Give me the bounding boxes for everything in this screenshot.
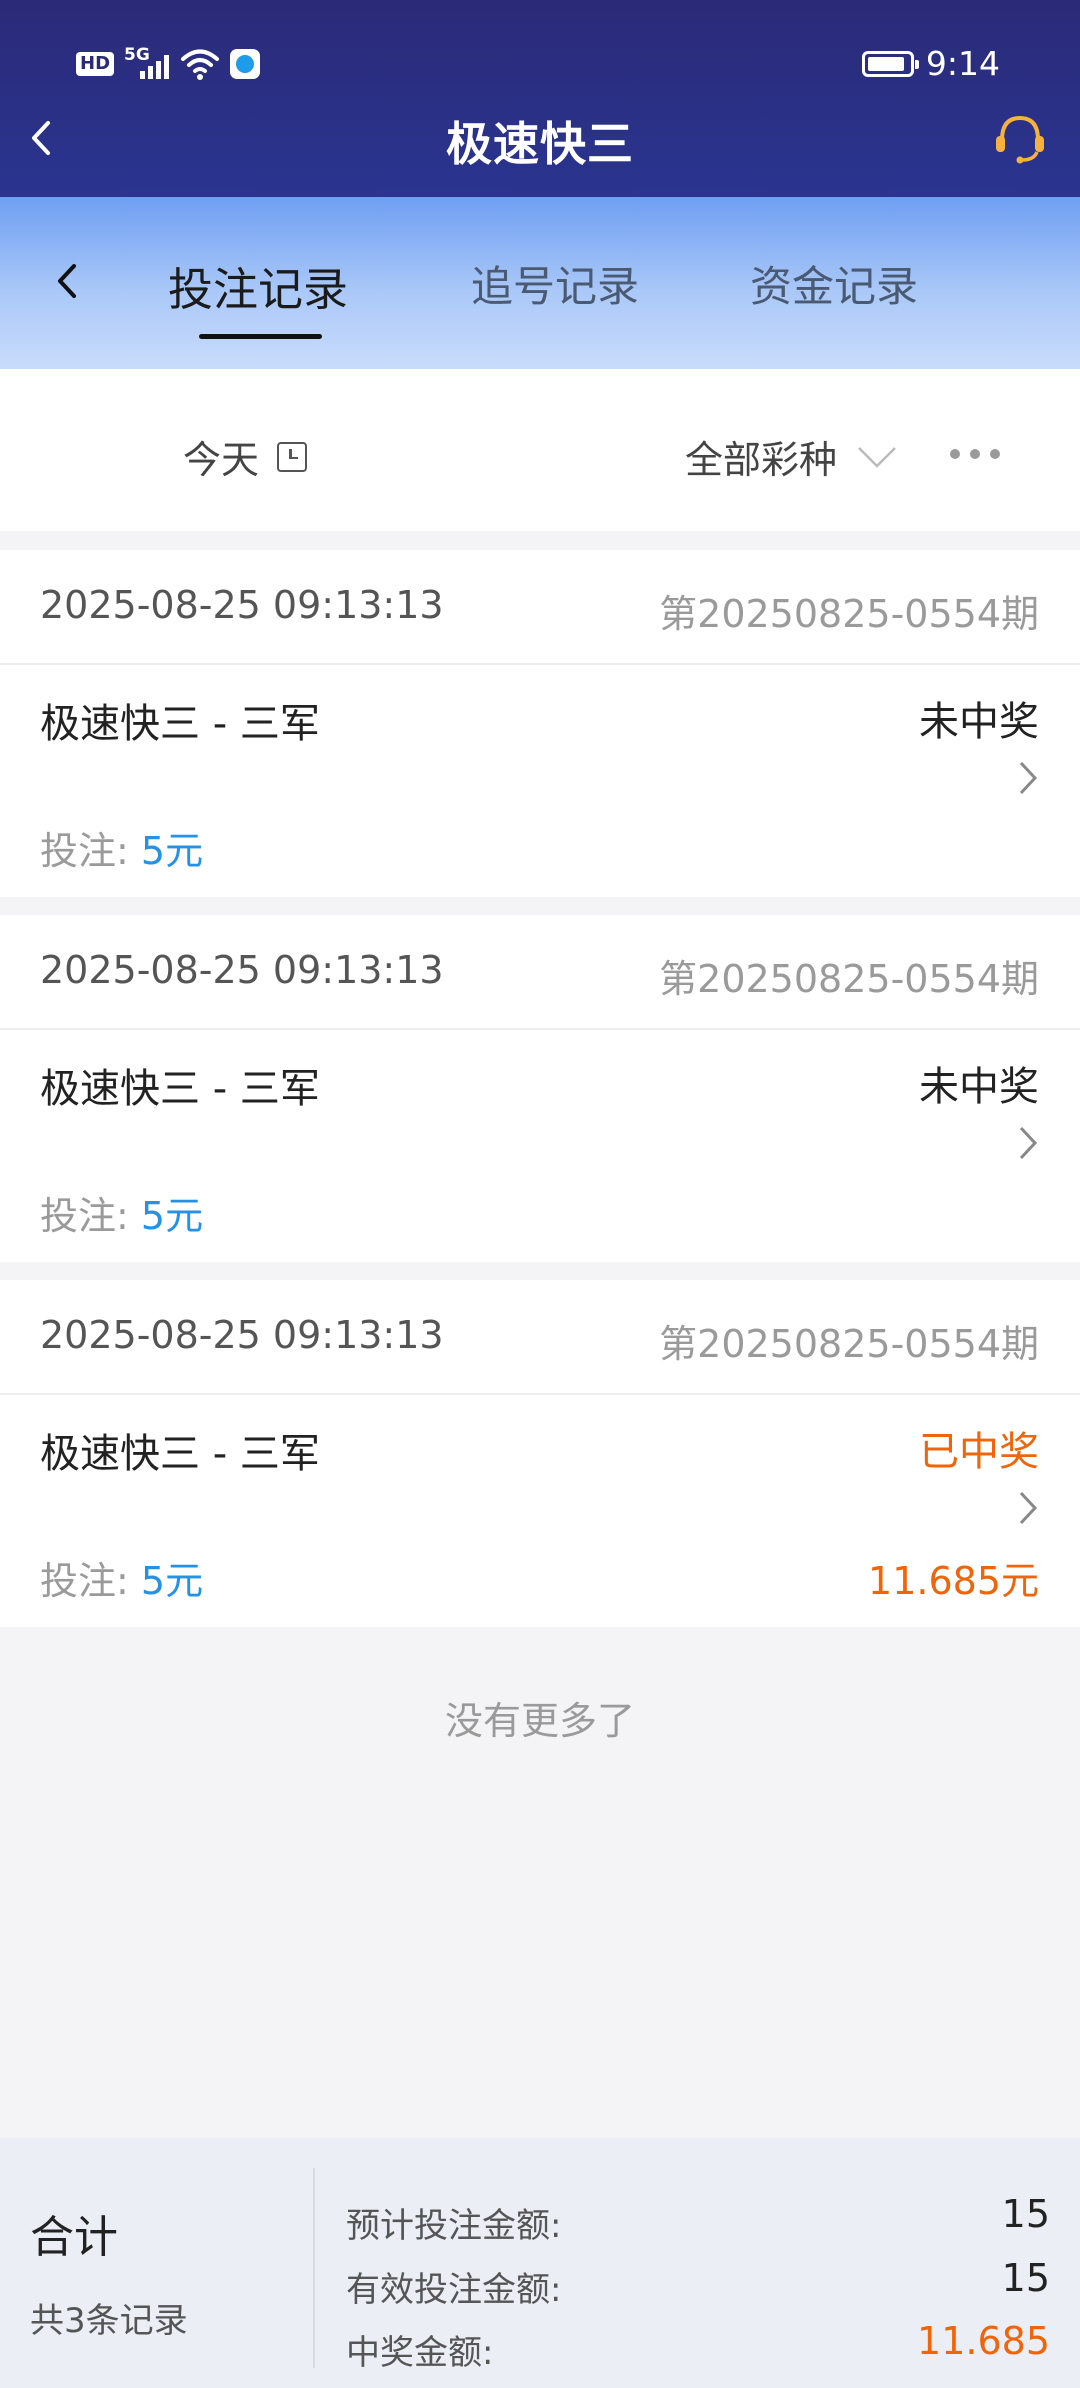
bet-amount: 5元 xyxy=(140,1559,204,1603)
chevron-right-icon[interactable] xyxy=(1016,1489,1040,1527)
headset-icon[interactable] xyxy=(990,108,1050,168)
date-filter-label: 今天 xyxy=(183,438,260,482)
app-header: HD 5G 9:14 极速快三 xyxy=(0,0,1080,197)
bet-name: 极速快三 - 三军 xyxy=(40,701,320,747)
prize-total: 11.685 xyxy=(917,2319,1050,2363)
notification-app-icon xyxy=(230,49,261,79)
bet-status: 已中奖 xyxy=(919,1429,1039,1475)
wifi-icon xyxy=(181,49,220,80)
chevron-right-icon[interactable] xyxy=(1016,1124,1040,1162)
bet-record-card[interactable]: 2025-08-25 09:13:13 第20250825-0554期 极速快三… xyxy=(0,915,1080,1262)
chevron-right-icon[interactable] xyxy=(1016,759,1040,797)
status-bar: HD 5G 9:14 xyxy=(0,0,1080,110)
bet-datetime: 2025-08-25 09:13:13 xyxy=(40,583,444,627)
lottery-filter[interactable]: 全部彩种 xyxy=(685,429,897,484)
battery-icon xyxy=(861,50,919,77)
signal-icon: 5G xyxy=(124,45,170,81)
date-filter[interactable]: 今天 xyxy=(183,429,308,484)
bet-amount-line: 投注: 5元 xyxy=(40,1559,204,1603)
issue-number: 第20250825-0554期 xyxy=(659,1322,1039,1366)
bet-record-card[interactable]: 2025-08-25 09:13:13 第20250825-0554期 极速快三… xyxy=(0,1280,1080,1627)
bet-status: 未中奖 xyxy=(919,699,1039,745)
lottery-filter-label: 全部彩种 xyxy=(685,438,838,482)
bet-datetime: 2025-08-25 09:13:13 xyxy=(40,1313,444,1357)
valid-bet-amount: 15 xyxy=(1001,2256,1050,2300)
no-more-text: 没有更多了 xyxy=(444,1699,635,1743)
prize-amount: 11.685元 xyxy=(868,1559,1039,1603)
bet-datetime: 2025-08-25 09:13:13 xyxy=(40,948,444,992)
bet-amount-line: 投注: 5元 xyxy=(40,1194,204,1238)
clock-icon xyxy=(277,441,308,472)
issue-number: 第20250825-0554期 xyxy=(659,592,1039,636)
summary-title: 合计 xyxy=(30,2212,118,2263)
tab-bet-records[interactable]: 投注记录 xyxy=(168,253,348,318)
bet-amount-line: 投注: 5元 xyxy=(40,829,204,873)
record-count: 共3条记录 xyxy=(30,2301,188,2341)
summary-row-prize: 中奖金额: 11.685 xyxy=(346,2319,1050,2373)
chevron-down-icon xyxy=(858,446,896,468)
active-tab-indicator xyxy=(199,334,322,339)
tab-chase-records[interactable]: 追号记录 xyxy=(471,253,639,314)
page-title: 极速快三 xyxy=(446,117,634,171)
bet-status: 未中奖 xyxy=(919,1064,1039,1110)
hd-badge: HD xyxy=(76,52,115,76)
bet-amount: 5元 xyxy=(140,1194,204,1238)
expected-bet-amount: 15 xyxy=(1001,2192,1050,2236)
tab-fund-records[interactable]: 资金记录 xyxy=(750,253,918,314)
issue-number: 第20250825-0554期 xyxy=(659,957,1039,1001)
summary-row-expected: 预计投注金额: 15 xyxy=(346,2192,1050,2246)
bet-name: 极速快三 - 三军 xyxy=(40,1431,320,1477)
filter-bar: 今天 全部彩种 xyxy=(0,369,1080,531)
bet-amount: 5元 xyxy=(140,829,204,873)
summary-divider xyxy=(313,2168,315,2368)
summary-row-valid: 有效投注金额: 15 xyxy=(346,2256,1050,2310)
chevron-left-icon[interactable] xyxy=(52,256,86,306)
clock-time: 9:14 xyxy=(925,44,1000,83)
bet-name: 极速快三 - 三军 xyxy=(40,1066,320,1112)
summary-footer: 合计 共3条记录 预计投注金额: 15 有效投注金额: 15 中奖金额: 11.… xyxy=(0,2138,1080,2388)
bet-record-card[interactable]: 2025-08-25 09:13:13 第20250825-0554期 极速快三… xyxy=(0,550,1080,897)
more-icon[interactable] xyxy=(950,449,1000,459)
